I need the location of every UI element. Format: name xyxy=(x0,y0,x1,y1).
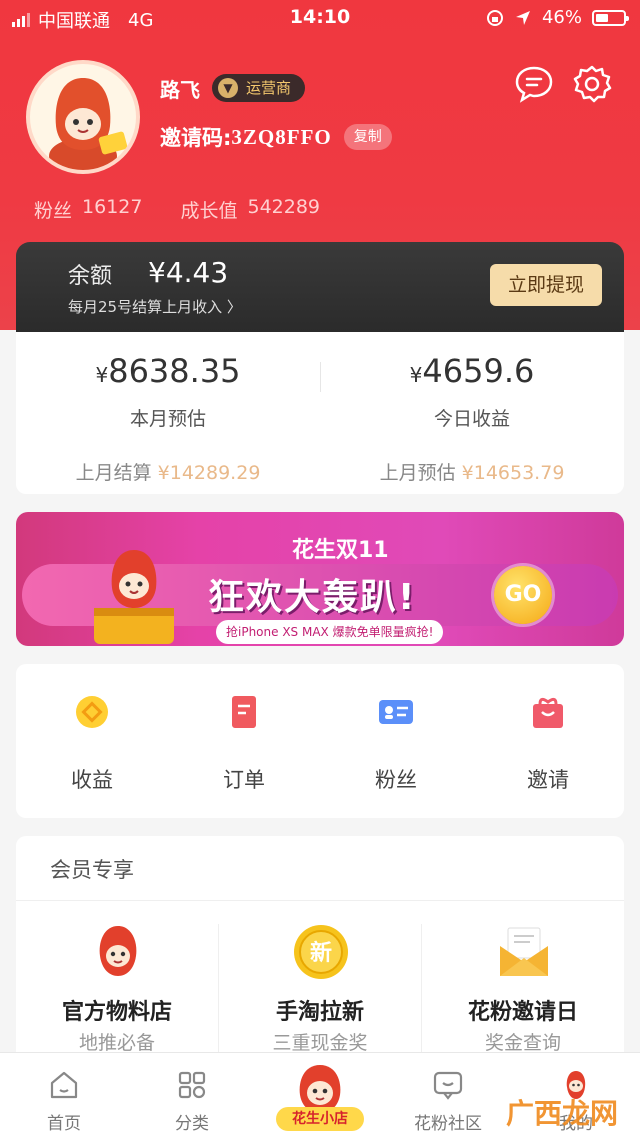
coin-icon xyxy=(76,696,108,728)
member-item-taobao-new[interactable]: 新 手淘拉新 三重现金奖 xyxy=(219,916,421,1056)
month-estimate-label: 本月预估 xyxy=(129,408,206,430)
settlement-note-link[interactable]: 每月25号结算上月收入 〉 xyxy=(68,296,242,317)
tab-label: 分类 xyxy=(175,1114,209,1134)
banner-tagline: 抢iPhone XS MAX 爆款免单限量疯抢! xyxy=(216,620,444,644)
envelope-icon xyxy=(500,927,548,976)
battery-percent: 46% xyxy=(541,7,582,28)
location-icon xyxy=(515,10,530,25)
tab-category[interactable]: 分类 xyxy=(128,1053,256,1138)
month-estimate-block[interactable]: ¥8638.35 本月预估 上月结算 ¥14289.29 xyxy=(16,332,320,494)
home-icon xyxy=(50,1071,78,1099)
member-item-sub: 地推必备 xyxy=(78,1032,155,1054)
balance-amount: ¥4.43 xyxy=(148,256,229,289)
member-section-title: 会员专享 xyxy=(50,858,134,882)
category-icon xyxy=(178,1071,206,1099)
avatar[interactable] xyxy=(26,60,140,174)
tab-community[interactable]: 花粉社区 xyxy=(384,1053,512,1138)
quick-menu-invite[interactable]: 邀请 xyxy=(472,664,624,818)
fans-value: 16127 xyxy=(82,196,143,218)
new-badge-icon: 新 xyxy=(294,925,348,979)
quick-menu-orders[interactable]: 订单 xyxy=(168,664,320,818)
invite-code-label: 邀请码: xyxy=(160,126,232,150)
watermark: 广西龙网 xyxy=(506,1097,619,1130)
member-item-official-store[interactable]: 官方物料店 地推必备 xyxy=(16,916,218,1056)
mascot-icon xyxy=(49,78,128,170)
username: 路飞 xyxy=(160,78,200,102)
vip-chevron-icon: ▼ xyxy=(218,78,238,98)
battery-icon xyxy=(592,9,629,26)
invite-code-value: 3ZQ8FFO xyxy=(231,124,332,149)
member-item-sub: 三重现金奖 xyxy=(272,1032,368,1054)
balance-card: 余额 ¥4.43 每月25号结算上月收入 〉 立即提现 xyxy=(16,242,624,332)
status-bar: 中国联通 4G 14:10 46% xyxy=(0,0,640,36)
quick-menu: 收益 订单 粉丝 邀请 xyxy=(16,664,624,818)
tab-home[interactable]: 首页 xyxy=(0,1053,128,1138)
banner-title: 狂欢大轰趴! xyxy=(208,577,417,618)
last-month-estimate: 上月预估 ¥14653.79 xyxy=(379,462,565,484)
order-icon xyxy=(232,696,256,728)
today-earnings-block[interactable]: ¥4659.6 今日收益 上月预估 ¥14653.79 xyxy=(320,332,624,494)
banner-go-button[interactable]: GO xyxy=(494,566,552,624)
fans-label: 粉丝 xyxy=(34,200,73,222)
mascot-icon xyxy=(99,926,137,976)
quick-menu-fans[interactable]: 粉丝 xyxy=(320,664,472,818)
profile-stats: 粉丝 16127 成长值 542289 xyxy=(34,196,320,223)
quick-menu-label: 邀请 xyxy=(527,768,569,792)
fans-card-icon xyxy=(379,700,413,724)
withdraw-button[interactable]: 立即提现 xyxy=(490,264,602,306)
quick-menu-earnings[interactable]: 收益 xyxy=(16,664,168,818)
gear-icon[interactable] xyxy=(572,64,612,104)
promo-banner[interactable]: 花生双11 狂欢大轰趴! 抢iPhone XS MAX 爆款免单限量疯抢! GO xyxy=(16,512,624,646)
message-icon[interactable] xyxy=(514,64,554,104)
today-earnings-amount: ¥4659.6 xyxy=(409,352,535,390)
today-earnings-label: 今日收益 xyxy=(433,408,510,430)
member-item-label: 官方物料店 xyxy=(61,1000,172,1025)
tab-label: 首页 xyxy=(47,1114,81,1134)
quick-menu-label: 订单 xyxy=(223,768,265,792)
member-item-invite-day[interactable]: 花粉邀请日 奖金查询 xyxy=(422,916,624,1056)
growth-value: 542289 xyxy=(247,196,321,218)
quick-menu-label: 收益 xyxy=(71,768,113,792)
growth-label: 成长值 xyxy=(180,200,238,222)
tab-label: 花粉社区 xyxy=(414,1114,482,1134)
svg-text:新: 新 xyxy=(310,940,332,966)
balance-label: 余额 xyxy=(68,264,113,289)
invite-code-row: 邀请码: 3ZQ8FFO 复制 xyxy=(160,122,392,152)
banner-mascot-icon xyxy=(94,550,174,644)
member-item-label: 手淘拉新 xyxy=(275,1000,364,1025)
month-estimate-amount: ¥8638.35 xyxy=(95,352,241,390)
role-badge-label: 运营商 xyxy=(246,79,292,97)
community-icon xyxy=(433,1071,463,1100)
banner-subtitle: 花生双11 xyxy=(292,538,389,563)
copy-invite-code-button[interactable]: 复制 xyxy=(343,124,392,150)
last-month-settled: 上月结算 ¥14289.29 xyxy=(75,462,261,484)
rotation-lock-icon xyxy=(486,9,503,26)
tab-label: 花生小店 xyxy=(276,1107,364,1131)
member-item-label: 花粉邀请日 xyxy=(467,1000,578,1025)
divider xyxy=(16,900,624,901)
tab-shop[interactable]: 花生小店 xyxy=(256,1053,384,1138)
quick-menu-label: 粉丝 xyxy=(375,768,417,792)
member-item-sub: 奖金查询 xyxy=(484,1032,561,1054)
gift-icon xyxy=(533,697,563,728)
role-badge: ▼ 运营商 xyxy=(212,74,306,102)
earnings-card: ¥8638.35 本月预估 上月结算 ¥14289.29 ¥4659.6 今日收… xyxy=(16,332,624,494)
